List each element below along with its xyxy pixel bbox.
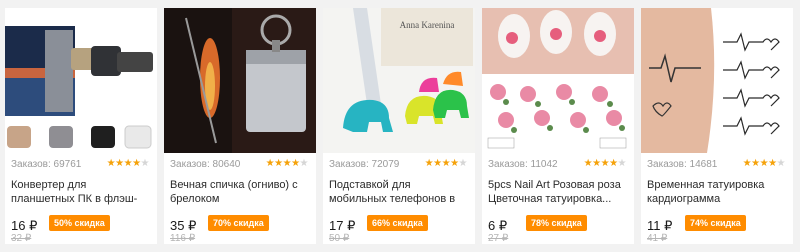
- book-title-text: Anna Karenina: [400, 20, 455, 30]
- elephant-phone-stand-icon: Anna Karenina: [323, 8, 475, 153]
- product-card[interactable]: Заказов: 11042 ★★★★★ 5pcs Nail Art Розов…: [482, 8, 634, 244]
- old-price: 116 ₽: [170, 233, 196, 244]
- discount-badge: 78% скидка: [526, 215, 587, 231]
- orders-count: Заказов: 80640: [170, 159, 241, 170]
- product-price: 11 ₽: [647, 218, 673, 233]
- product-card[interactable]: Anna Karenina Заказов: 72079 ★★★★★ Подст…: [323, 8, 475, 244]
- product-title[interactable]: Временная татуировка кардиограмма: [647, 178, 787, 206]
- product-title[interactable]: 5pcs Nail Art Розовая роза Цветочная тат…: [488, 178, 628, 206]
- discount-badge: 66% скидка: [367, 215, 428, 231]
- discount-badge: 50% скидка: [49, 215, 110, 231]
- old-price: 41 ₽: [647, 233, 668, 244]
- eternal-match-icon: [164, 8, 316, 153]
- old-price: 32 ₽: [11, 233, 32, 244]
- product-card[interactable]: Заказов: 14681 ★★★★★ Временная татуировк…: [641, 8, 793, 244]
- orders-count: Заказов: 14681: [647, 159, 718, 170]
- rating-stars: ★★★★★: [106, 158, 150, 169]
- orders-count: Заказов: 11042: [488, 159, 558, 170]
- product-price: 6 ₽: [488, 218, 508, 233]
- orders-count: Заказов: 69761: [11, 159, 82, 170]
- product-title[interactable]: Подставкой для мобильных телефонов в фор…: [329, 178, 469, 206]
- rating-stars: ★★★★★: [583, 158, 627, 169]
- discount-badge: 70% скидка: [208, 215, 269, 231]
- product-image[interactable]: [164, 8, 316, 153]
- product-card[interactable]: Заказов: 69761 ★★★★★ Конвертер для планш…: [5, 8, 157, 244]
- product-price: 35 ₽: [170, 218, 197, 233]
- product-image[interactable]: [5, 8, 157, 153]
- product-image[interactable]: [482, 8, 634, 153]
- discount-badge: 74% скидка: [685, 215, 746, 231]
- rating-stars: ★★★★★: [265, 158, 309, 169]
- nail-art-roses-icon: [482, 8, 634, 153]
- old-price: 50 ₽: [329, 233, 350, 244]
- product-title[interactable]: Вечная спичка (огниво) с брелоком: [170, 178, 310, 206]
- orders-count: Заказов: 72079: [329, 159, 400, 170]
- product-image[interactable]: [641, 8, 793, 153]
- product-grid: Заказов: 69761 ★★★★★ Конвертер для планш…: [0, 0, 800, 252]
- rating-stars: ★★★★★: [424, 158, 468, 169]
- cardiogram-tattoo-icon: [641, 8, 793, 153]
- rating-stars: ★★★★★: [742, 158, 786, 169]
- product-image[interactable]: Anna Karenina: [323, 8, 475, 153]
- product-price: 17 ₽: [329, 218, 356, 233]
- product-title[interactable]: Конвертер для планшетных ПК в флэш-мышь: [11, 178, 151, 206]
- product-card[interactable]: Заказов: 80640 ★★★★★ Вечная спичка (огни…: [164, 8, 316, 244]
- product-price: 16 ₽: [11, 218, 38, 233]
- old-price: 27 ₽: [488, 233, 509, 244]
- usb-otg-adapter-icon: [5, 8, 157, 153]
